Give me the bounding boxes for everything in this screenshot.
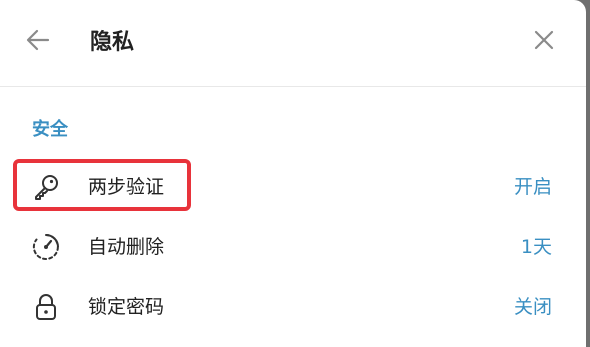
row-lock-passcode[interactable]: 锁定密码 关闭: [0, 278, 586, 336]
row-value: 1天: [520, 236, 552, 258]
row-value: 开启: [513, 176, 552, 198]
row-auto-delete[interactable]: 自动删除 1天: [0, 218, 586, 276]
key-icon: [30, 171, 62, 203]
row-label: 锁定密码: [88, 296, 165, 318]
back-button[interactable]: [22, 26, 54, 58]
row-value: 关闭: [513, 296, 552, 318]
panel-header: 隐私: [0, 0, 586, 87]
page-title: 隐私: [90, 30, 135, 55]
row-label: 自动删除: [88, 236, 165, 258]
section-title-security: 安全: [32, 119, 68, 140]
privacy-panel: 隐私 安全 两步验证 开启 自动删除 1天 锁定密码 关闭: [0, 0, 586, 347]
row-two-step-verification[interactable]: 两步验证 开启: [0, 158, 586, 216]
timer-icon: [30, 231, 62, 263]
lock-icon: [30, 291, 62, 323]
arrow-left-icon: [24, 26, 52, 58]
close-icon: [532, 28, 556, 56]
row-label: 两步验证: [88, 176, 165, 198]
close-button[interactable]: [528, 26, 560, 58]
